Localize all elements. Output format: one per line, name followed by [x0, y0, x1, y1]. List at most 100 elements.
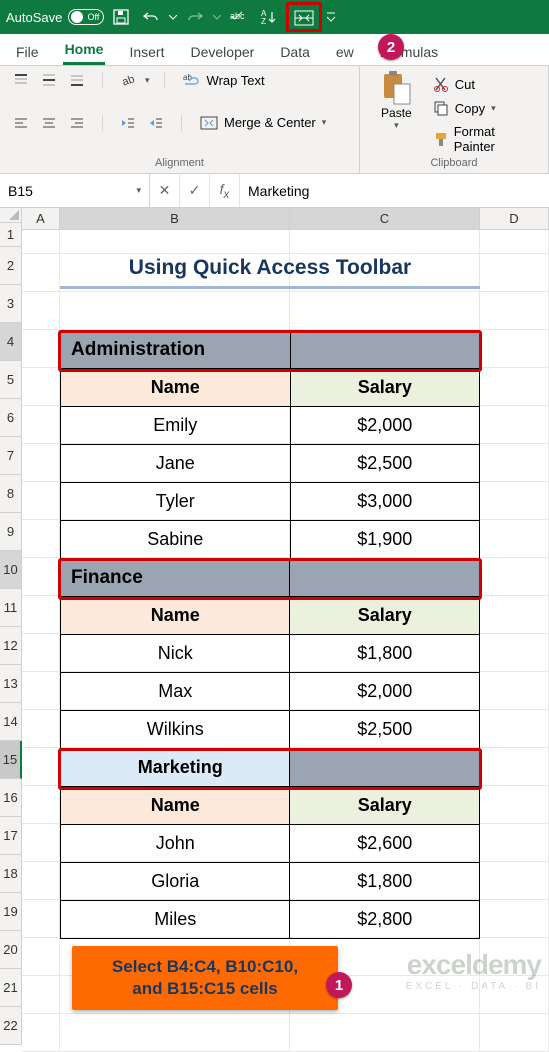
- salary-cell[interactable]: $1,800: [290, 635, 480, 673]
- cell[interactable]: [480, 976, 549, 1014]
- row-header[interactable]: 8: [0, 475, 22, 513]
- cell[interactable]: [22, 824, 60, 862]
- name-cell[interactable]: Wilkins: [61, 711, 290, 749]
- column-header[interactable]: B: [60, 208, 290, 230]
- row-header[interactable]: 14: [0, 703, 22, 741]
- salary-cell[interactable]: $2,000: [290, 407, 479, 445]
- cell[interactable]: [22, 862, 60, 900]
- section-heading[interactable]: Administration: [61, 331, 291, 369]
- cell[interactable]: [480, 1014, 549, 1052]
- cell[interactable]: [22, 634, 60, 672]
- row-header[interactable]: 11: [0, 589, 22, 627]
- row-header[interactable]: 2: [0, 247, 22, 285]
- row-header[interactable]: 22: [0, 1007, 22, 1045]
- cell[interactable]: [22, 710, 60, 748]
- align-left-icon[interactable]: [10, 113, 32, 133]
- cancel-icon[interactable]: ✕: [150, 174, 180, 207]
- section-heading-blank[interactable]: [290, 749, 480, 787]
- tab-view-truncated[interactable]: ew: [334, 38, 356, 65]
- row-header[interactable]: 17: [0, 817, 22, 855]
- salary-cell[interactable]: $1,900: [290, 521, 479, 559]
- fx-icon[interactable]: fx: [210, 174, 240, 207]
- cell[interactable]: [22, 1014, 60, 1052]
- salary-cell[interactable]: $2,800: [290, 901, 480, 939]
- tab-insert[interactable]: Insert: [127, 38, 166, 65]
- cell[interactable]: [480, 634, 549, 672]
- select-all-corner[interactable]: [0, 208, 22, 223]
- align-center-icon[interactable]: [38, 113, 60, 133]
- cell[interactable]: [290, 1014, 480, 1052]
- name-cell[interactable]: Max: [61, 673, 290, 711]
- paste-button[interactable]: Paste ▾: [370, 70, 423, 131]
- section-heading-blank[interactable]: [290, 559, 480, 597]
- cell[interactable]: [480, 862, 549, 900]
- column-header[interactable]: A: [22, 208, 60, 230]
- salary-header[interactable]: Salary: [290, 369, 479, 407]
- cell[interactable]: [480, 672, 549, 710]
- save-icon[interactable]: [108, 4, 134, 30]
- row-header[interactable]: 12: [0, 627, 22, 665]
- cell[interactable]: [290, 292, 480, 330]
- cell[interactable]: [60, 230, 290, 254]
- name-cell[interactable]: John: [61, 825, 290, 863]
- spellcheck-icon[interactable]: abc: [226, 4, 252, 30]
- qat-customize-dropdown[interactable]: [326, 12, 336, 22]
- row-header[interactable]: 5: [0, 361, 22, 399]
- name-cell[interactable]: Miles: [61, 901, 290, 939]
- row-header[interactable]: 4: [0, 323, 22, 361]
- row-header[interactable]: 6: [0, 399, 22, 437]
- align-top-icon[interactable]: [10, 70, 32, 90]
- cell[interactable]: [22, 520, 60, 558]
- align-bottom-icon[interactable]: [66, 70, 88, 90]
- salary-header[interactable]: Salary: [290, 597, 480, 635]
- cell[interactable]: [480, 406, 549, 444]
- copy-dropdown[interactable]: ▾: [491, 103, 496, 114]
- salary-cell[interactable]: $1,800: [290, 863, 480, 901]
- cell[interactable]: [480, 520, 549, 558]
- column-header[interactable]: D: [480, 208, 549, 230]
- cell[interactable]: [22, 292, 60, 330]
- row-header[interactable]: 16: [0, 779, 22, 817]
- name-box-dropdown[interactable]: ▾: [136, 185, 141, 196]
- row-header[interactable]: 21: [0, 969, 22, 1007]
- cell[interactable]: [22, 368, 60, 406]
- name-cell[interactable]: Tyler: [61, 483, 291, 521]
- row-header[interactable]: 13: [0, 665, 22, 703]
- tab-file[interactable]: File: [14, 38, 41, 65]
- cell[interactable]: [60, 292, 290, 330]
- cell[interactable]: [480, 710, 549, 748]
- cell[interactable]: [22, 230, 60, 254]
- cell[interactable]: [22, 330, 60, 368]
- cell[interactable]: [22, 976, 60, 1014]
- column-header[interactable]: C: [290, 208, 480, 230]
- row-header[interactable]: 18: [0, 855, 22, 893]
- redo-icon[interactable]: [182, 4, 208, 30]
- decrease-indent-icon[interactable]: [117, 113, 139, 133]
- cell[interactable]: [480, 938, 549, 976]
- cut-button[interactable]: Cut: [429, 74, 538, 94]
- merge-center-dropdown[interactable]: ▾: [322, 117, 327, 128]
- row-header[interactable]: 3: [0, 285, 22, 323]
- name-box[interactable]: ▾: [0, 174, 150, 207]
- cell[interactable]: [480, 230, 549, 254]
- cell[interactable]: [22, 938, 60, 976]
- cell[interactable]: [22, 254, 60, 292]
- cell[interactable]: [480, 368, 549, 406]
- cell[interactable]: [290, 230, 480, 254]
- cell[interactable]: [22, 900, 60, 938]
- undo-icon[interactable]: [138, 4, 164, 30]
- cell[interactable]: [22, 748, 60, 786]
- tab-home[interactable]: Home: [63, 35, 106, 65]
- name-header[interactable]: Name: [61, 369, 291, 407]
- cell[interactable]: [22, 444, 60, 482]
- increase-indent-icon[interactable]: [145, 113, 167, 133]
- cell[interactable]: [22, 786, 60, 824]
- merge-center-button[interactable]: Merge & Center ▾: [196, 113, 330, 132]
- wrap-text-button[interactable]: ab Wrap Text: [179, 70, 269, 90]
- section-heading-blank[interactable]: [290, 331, 479, 369]
- cell[interactable]: [480, 444, 549, 482]
- cell[interactable]: [480, 596, 549, 634]
- row-header[interactable]: 15: [0, 741, 22, 779]
- row-header[interactable]: 1: [0, 223, 22, 247]
- salary-cell[interactable]: $2,500: [290, 445, 479, 483]
